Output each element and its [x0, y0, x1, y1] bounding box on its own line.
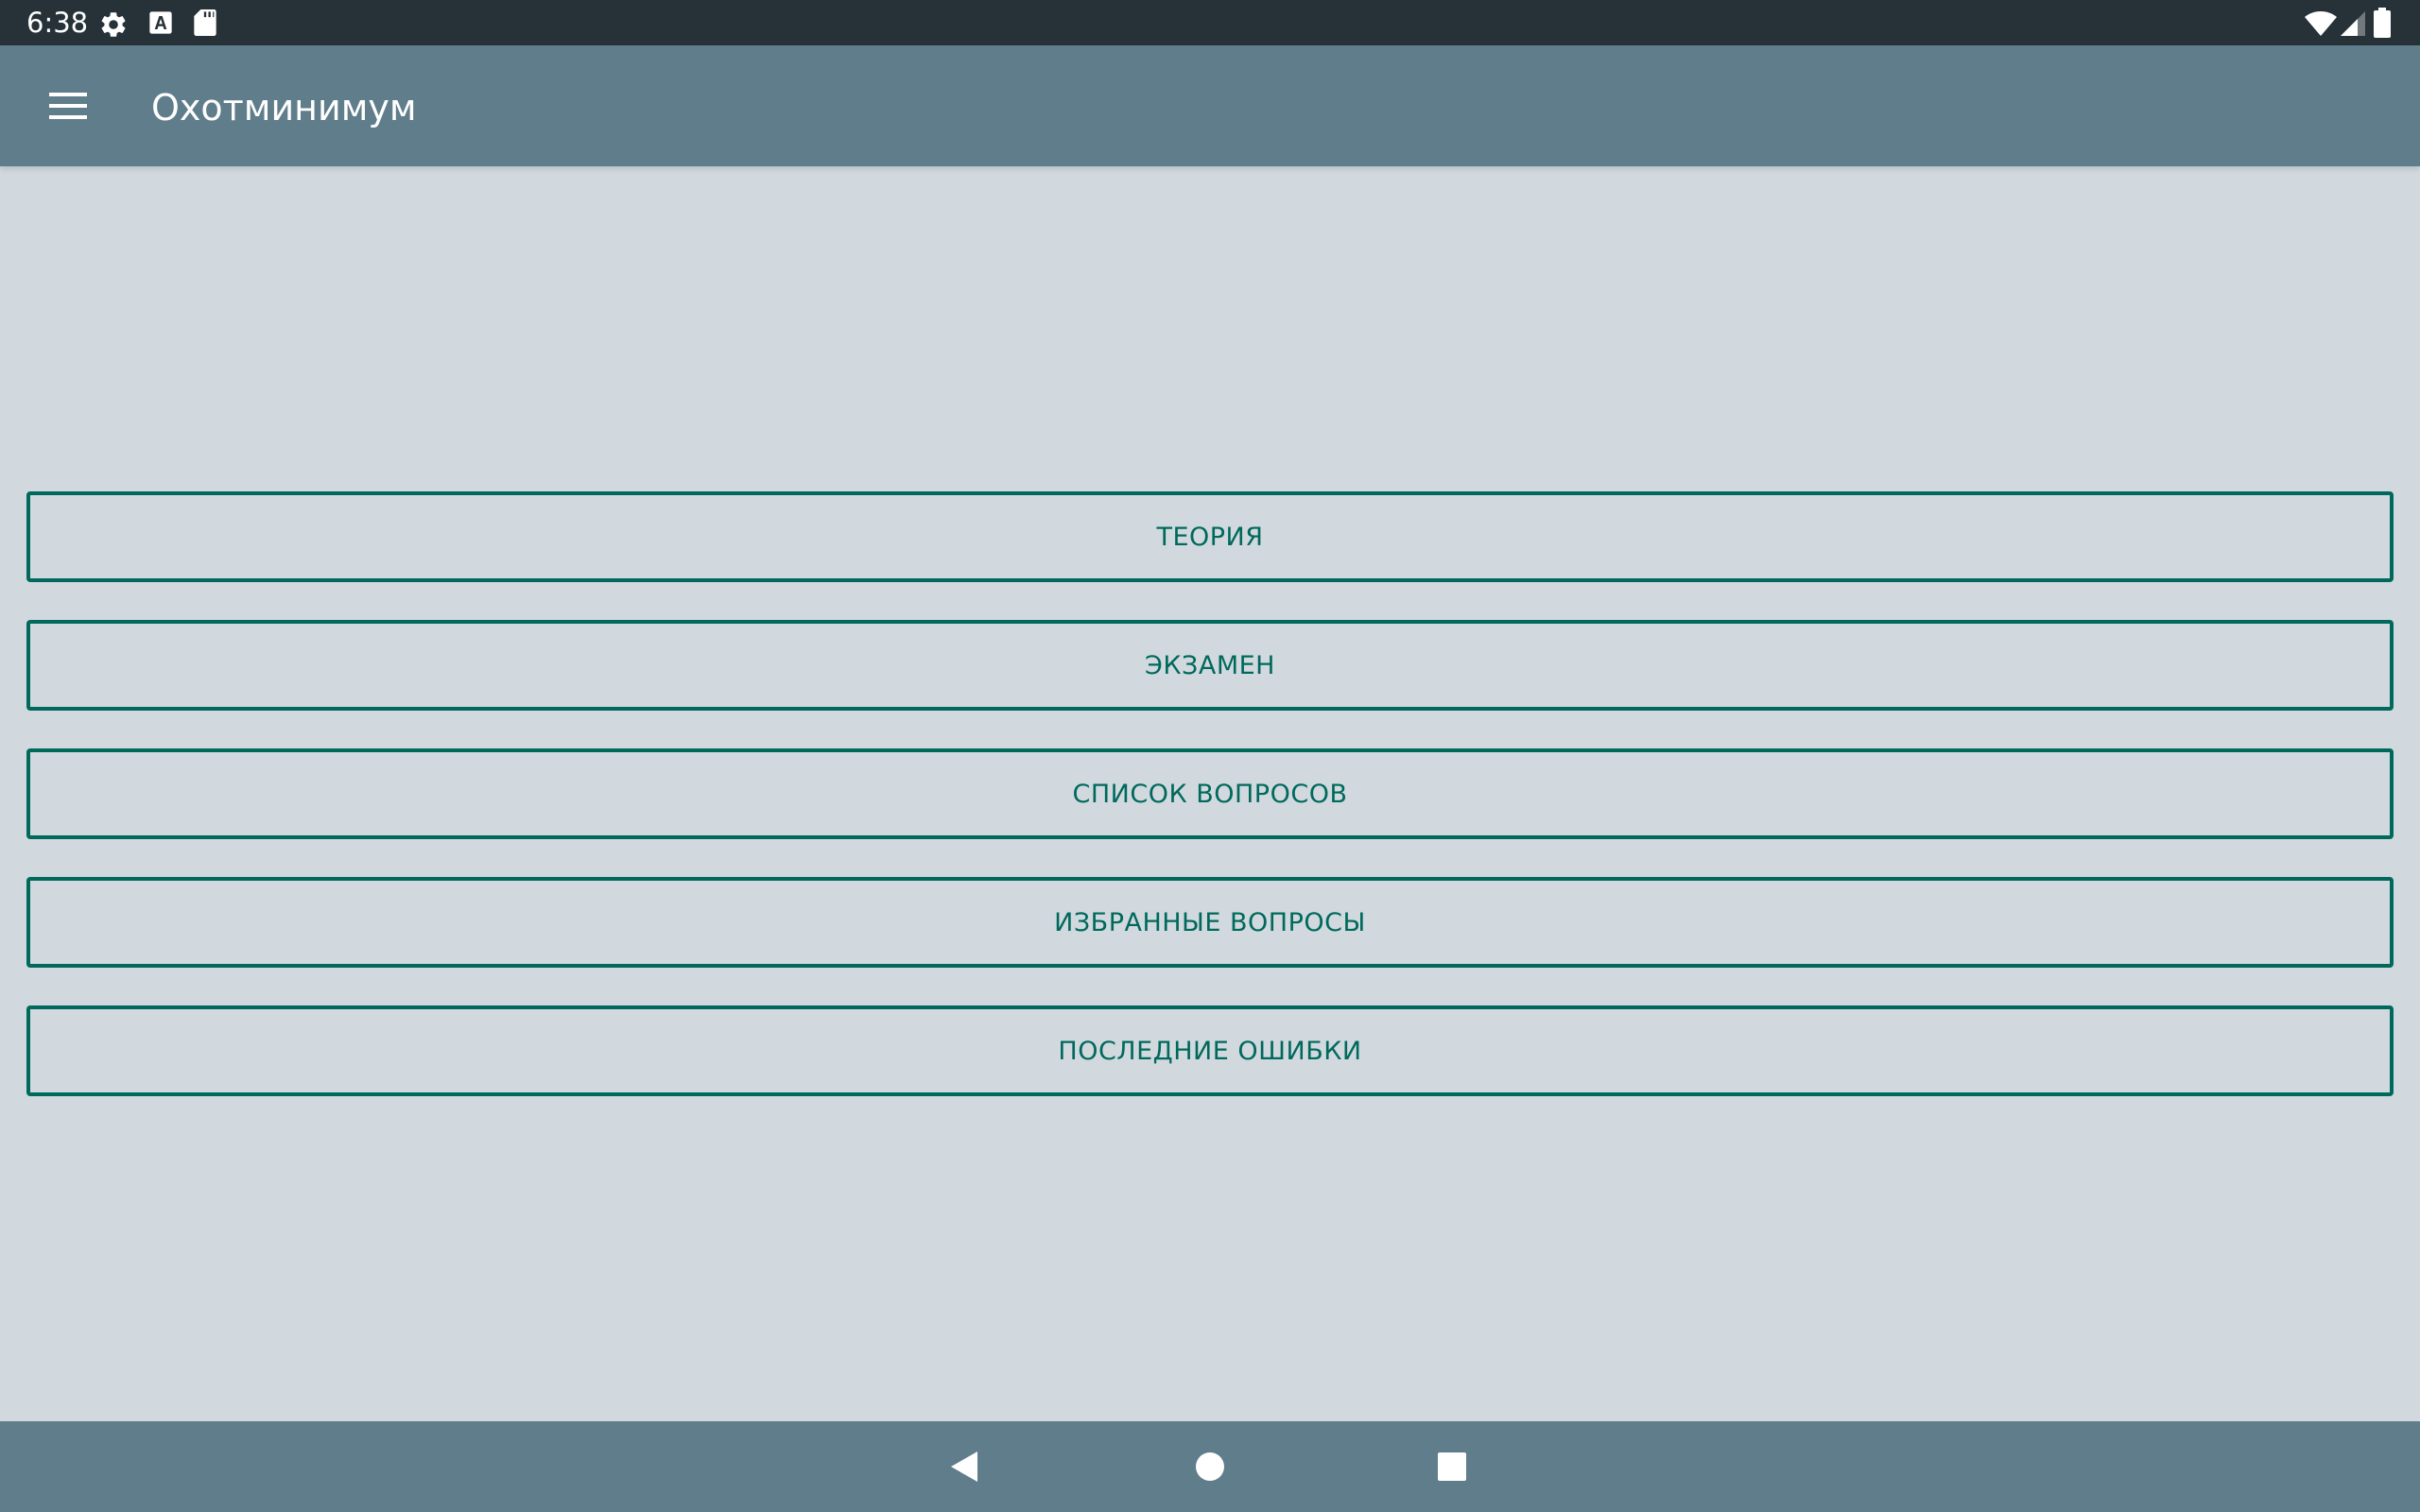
- sd-card-icon: [194, 9, 216, 36]
- theory-button[interactable]: ТЕОРИЯ: [26, 491, 2394, 582]
- exam-button[interactable]: ЭКЗАМЕН: [26, 620, 2394, 711]
- navigation-bar: [0, 1421, 2420, 1512]
- recents-icon[interactable]: [1429, 1444, 1475, 1489]
- recent-mistakes-button[interactable]: ПОСЛЕДНИЕ ОШИБКИ: [26, 1005, 2394, 1096]
- app-title: Охотминимум: [151, 87, 417, 129]
- app-screen: 6:38 Охотминимум ТЕОРИЯ ЭКЗАМЕН СПИСОК В…: [0, 0, 2420, 1512]
- wifi-icon: [2305, 11, 2337, 36]
- font-a-icon: [149, 11, 172, 34]
- status-bar: 6:38: [0, 0, 2420, 45]
- hamburger-menu-icon[interactable]: [38, 83, 98, 129]
- status-time: 6:38: [26, 7, 89, 39]
- app-bar: Охотминимум: [0, 45, 2420, 166]
- signal-icon: [2341, 11, 2365, 36]
- question-list-button[interactable]: СПИСОК ВОПРОСОВ: [26, 748, 2394, 839]
- favorite-questions-button[interactable]: ИЗБРАННЫЕ ВОПРОСЫ: [26, 877, 2394, 968]
- settings-icon: [101, 12, 126, 37]
- back-icon[interactable]: [943, 1444, 989, 1489]
- home-icon[interactable]: [1187, 1444, 1233, 1489]
- battery-icon: [2374, 8, 2391, 38]
- main-menu: ТЕОРИЯ ЭКЗАМЕН СПИСОК ВОПРОСОВ ИЗБРАННЫЕ…: [26, 491, 2394, 1134]
